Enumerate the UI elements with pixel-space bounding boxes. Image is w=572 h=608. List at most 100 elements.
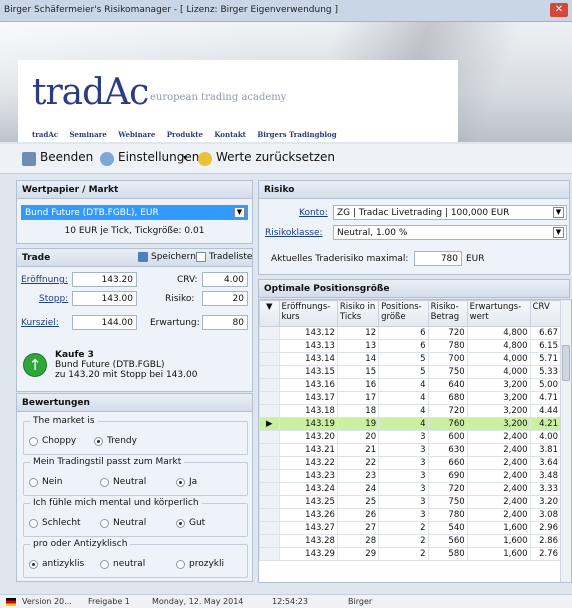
table-row[interactable]: 143.25 25 3 750 2,400 3.20 bbox=[259, 495, 562, 509]
stop-input[interactable]: 143.00 bbox=[72, 291, 137, 306]
logo[interactable]: tradAc bbox=[32, 72, 149, 113]
table-row[interactable]: 143.18 18 4 720 3,200 4.44 bbox=[259, 404, 562, 418]
table-cell: 750 bbox=[427, 495, 468, 509]
table-cell: 4 bbox=[378, 391, 429, 405]
table-row[interactable]: 143.23 23 3 690 2,400 3.48 bbox=[259, 469, 562, 483]
banner-link-produkte[interactable]: Produkte bbox=[167, 130, 203, 139]
table-row[interactable]: 143.13 13 6 780 4,800 6.15 bbox=[259, 339, 562, 353]
row-selector[interactable] bbox=[259, 521, 280, 535]
order-summary-line3: zu 143.20 mit Stopp bei 143.00 bbox=[55, 370, 198, 380]
table-cell: 4.00 bbox=[529, 430, 562, 444]
row-selector[interactable] bbox=[259, 443, 280, 457]
table-cell: 3.33 bbox=[529, 482, 562, 496]
col-size[interactable]: Positions-größe bbox=[378, 300, 429, 327]
col-crv[interactable]: CRV bbox=[529, 300, 562, 327]
radio-ja[interactable] bbox=[176, 478, 185, 487]
banner-link-blog[interactable]: Birgers Tradingblog bbox=[257, 130, 336, 139]
radio-schlecht[interactable] bbox=[29, 519, 38, 528]
table-cell: 24 bbox=[336, 482, 380, 496]
ratings-header: Bewertungen bbox=[16, 393, 253, 412]
rating-group-label: Mein Tradingstil passt zum Markt bbox=[30, 457, 185, 467]
table-row[interactable]: ▶ 143.19 19 4 760 3,200 4.21 bbox=[259, 417, 562, 431]
radio-nein[interactable] bbox=[29, 478, 38, 487]
row-selector[interactable] bbox=[259, 495, 280, 509]
row-selector[interactable] bbox=[259, 482, 280, 496]
save-button[interactable]: Speichern bbox=[151, 252, 196, 262]
radio-neutral[interactable] bbox=[100, 519, 109, 528]
target-input[interactable]: 144.00 bbox=[72, 315, 137, 330]
radio-gut[interactable] bbox=[176, 519, 185, 528]
table-row[interactable]: 143.22 22 3 660 2,400 3.64 bbox=[259, 456, 562, 470]
sort-arrow-icon[interactable]: ▼ bbox=[259, 300, 280, 327]
banner-link-webinare[interactable]: Webinare bbox=[118, 130, 155, 139]
row-selector[interactable] bbox=[259, 378, 280, 392]
table-row[interactable]: 143.21 21 3 630 2,400 3.81 bbox=[259, 443, 562, 457]
dropdown-arrow-icon[interactable]: ▼ bbox=[553, 227, 564, 238]
row-selector-icon[interactable]: ▶ bbox=[259, 417, 280, 431]
account-select[interactable]: ZG | Tradac Livetrading | 100,000 EUR ▼ bbox=[333, 205, 567, 220]
table-cell: 143.29 bbox=[278, 547, 338, 561]
row-selector[interactable] bbox=[259, 404, 280, 418]
table-row[interactable]: 143.15 15 5 750 4,000 5.33 bbox=[259, 365, 562, 379]
scroll-thumb[interactable] bbox=[562, 345, 570, 381]
row-selector[interactable] bbox=[259, 547, 280, 561]
banner-link-kontakt[interactable]: Kontakt bbox=[214, 130, 246, 139]
banner-link-seminare[interactable]: Seminare bbox=[69, 130, 106, 139]
table-row[interactable]: 143.20 20 3 600 2,400 4.00 bbox=[259, 430, 562, 444]
col-risk-amount[interactable]: Risiko-Betrag bbox=[427, 300, 468, 327]
security-select[interactable]: Bund Future (DTB.FGBL), EUR ▼ bbox=[21, 205, 248, 220]
risk-class-label: Risikoklasse: bbox=[265, 228, 323, 238]
table-row[interactable]: 143.29 29 2 580 1,600 2.76 bbox=[259, 547, 562, 561]
col-ticks[interactable]: Risiko in Ticks bbox=[336, 300, 380, 327]
row-selector[interactable] bbox=[259, 326, 280, 340]
table-cell: 20 bbox=[336, 430, 380, 444]
account-label: Konto: bbox=[299, 208, 328, 218]
radio-antizyklisch[interactable] bbox=[29, 560, 38, 569]
col-entry[interactable]: Eröffnungs-kurs bbox=[278, 300, 338, 327]
row-selector[interactable] bbox=[259, 508, 280, 522]
row-selector[interactable] bbox=[259, 534, 280, 548]
dropdown-arrow-icon[interactable]: ▼ bbox=[553, 207, 564, 218]
buy-arrow-icon: ↑ bbox=[23, 353, 47, 377]
settings-button[interactable]: Einstellungen bbox=[118, 150, 199, 164]
radio-choppy[interactable] bbox=[29, 437, 38, 446]
table-row[interactable]: 143.17 17 4 680 3,200 4.71 bbox=[259, 391, 562, 405]
row-selector[interactable] bbox=[259, 430, 280, 444]
risk-class-select[interactable]: Neutral, 1.00 % ▼ bbox=[333, 225, 567, 240]
table-row[interactable]: 143.14 14 5 700 4,000 5.71 bbox=[259, 352, 562, 366]
reset-icon bbox=[198, 152, 212, 166]
dropdown-arrow-icon[interactable]: ▼ bbox=[234, 207, 245, 218]
quit-button[interactable]: Beenden bbox=[40, 150, 93, 164]
chevron-down-icon[interactable]: ▾ bbox=[183, 153, 187, 162]
security-select-value: Bund Future (DTB.FGBL), EUR bbox=[25, 208, 159, 218]
table-row[interactable]: 143.28 28 2 560 1,600 2.86 bbox=[259, 534, 562, 548]
radio-neutral[interactable] bbox=[100, 560, 109, 569]
col-expected-value[interactable]: Erwartungs-wert bbox=[466, 300, 531, 327]
row-selector[interactable] bbox=[259, 456, 280, 470]
close-button[interactable]: ✕ bbox=[550, 3, 568, 17]
banner: tradAc european trading academy tradAc S… bbox=[0, 22, 572, 142]
table-cell: 2,400 bbox=[466, 469, 531, 483]
row-selector[interactable] bbox=[259, 365, 280, 379]
table-cell: 3.08 bbox=[529, 508, 562, 522]
table-row[interactable]: 143.16 16 4 640 3,200 5.00 bbox=[259, 378, 562, 392]
status-release: Freigabe 1 bbox=[88, 597, 130, 606]
tradelist-button[interactable]: Tradeliste bbox=[209, 252, 252, 262]
row-selector[interactable] bbox=[259, 469, 280, 483]
row-selector[interactable] bbox=[259, 339, 280, 353]
table-row[interactable]: 143.12 12 6 720 4,800 6.67 bbox=[259, 326, 562, 340]
radio-prozyklisch[interactable] bbox=[176, 560, 185, 569]
grid-scrollbar[interactable] bbox=[560, 300, 571, 582]
banner-nav: tradAc Seminare Webinare Produkte Kontak… bbox=[32, 130, 346, 139]
entry-input[interactable]: 143.20 bbox=[72, 272, 137, 287]
reset-button[interactable]: Werte zurücksetzen bbox=[216, 150, 335, 164]
radio-neutral[interactable] bbox=[100, 478, 109, 487]
table-row[interactable]: 143.27 27 2 540 1,600 2.96 bbox=[259, 521, 562, 535]
banner-link-tradac[interactable]: tradAc bbox=[32, 130, 58, 139]
table-cell: 3 bbox=[378, 456, 429, 470]
radio-trendy[interactable] bbox=[94, 437, 103, 446]
row-selector[interactable] bbox=[259, 352, 280, 366]
row-selector[interactable] bbox=[259, 391, 280, 405]
table-row[interactable]: 143.24 24 3 720 2,400 3.33 bbox=[259, 482, 562, 496]
table-row[interactable]: 143.26 26 3 780 2,400 3.08 bbox=[259, 508, 562, 522]
